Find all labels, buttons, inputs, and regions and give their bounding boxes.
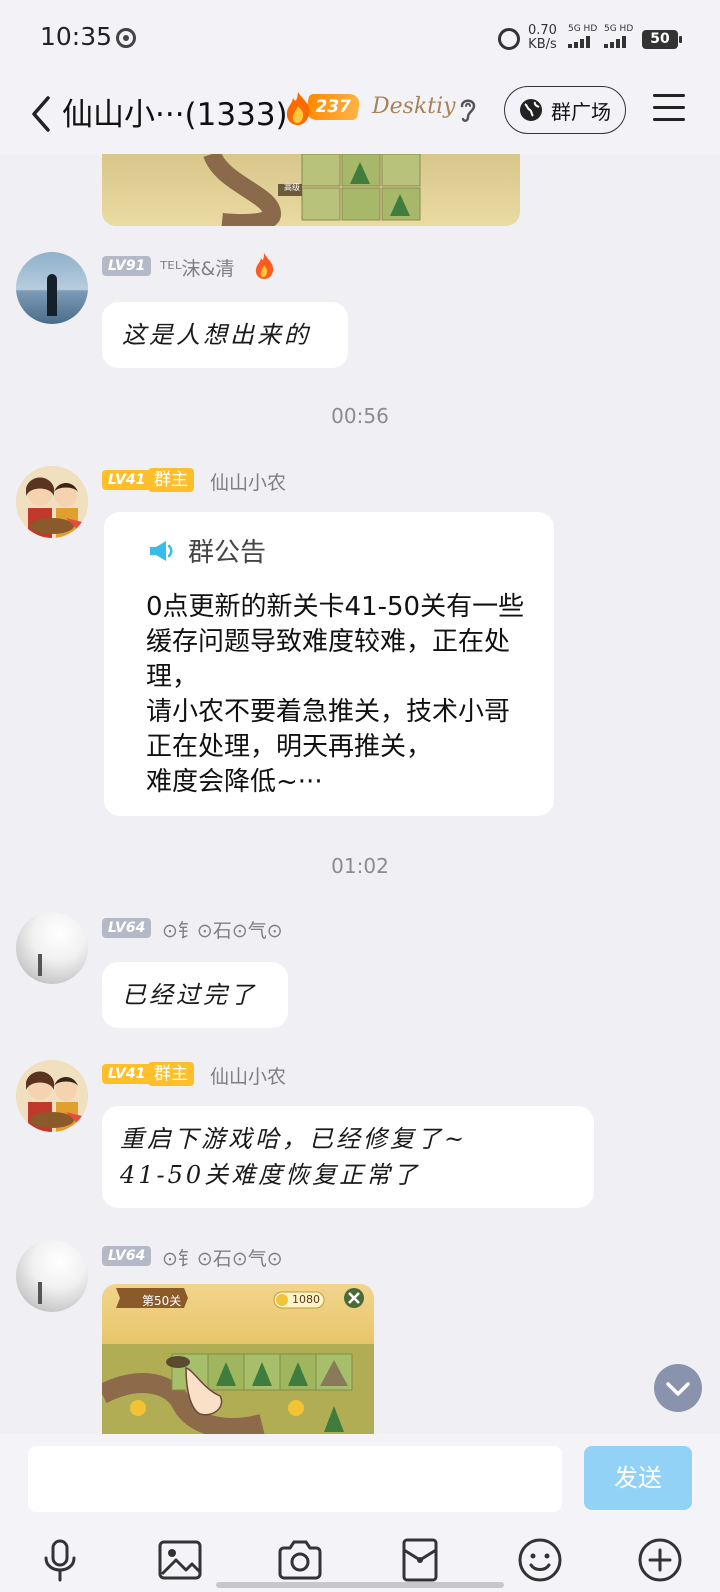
- announcement-body: 0点更新的新关卡41-50关有一些缓存问题导致难度较难，正在处理， 请小农不要着…: [146, 592, 525, 797]
- flame-icon: [286, 92, 310, 125]
- avatar[interactable]: [16, 466, 88, 538]
- avatar[interactable]: [16, 912, 88, 984]
- sim1-label: 5G HD: [568, 24, 598, 34]
- chat-header: 仙山小···(1333) 237 Desktiy 群广场: [0, 78, 720, 154]
- chevron-down-icon: [666, 1382, 690, 1396]
- avatar[interactable]: [16, 252, 88, 324]
- owner-badge: 群主: [148, 468, 194, 492]
- network-speed-unit: KB/s: [528, 37, 557, 52]
- group-square-label: 群广场: [551, 99, 611, 124]
- globe-icon: [520, 99, 542, 121]
- sender-name[interactable]: ⊙钅⊙石⊙气⊙: [162, 1244, 283, 1271]
- message-text-line1: 重启下游戏哈，已经修复了~: [120, 1125, 468, 1153]
- level-badge: LV64: [102, 918, 152, 938]
- scroll-to-bottom-button[interactable]: [654, 1364, 702, 1412]
- home-indicator[interactable]: [216, 1582, 504, 1588]
- image-icon[interactable]: [156, 1536, 204, 1584]
- owner-badge: 群主: [148, 1062, 194, 1086]
- image-stage-label: 第50关: [142, 1294, 182, 1308]
- sim2-label: 5G HD: [604, 24, 634, 34]
- avatar[interactable]: [16, 1060, 88, 1132]
- message-text-line2: 41-50关难度恢复正常了: [120, 1161, 421, 1189]
- avatar[interactable]: [16, 1240, 88, 1312]
- notification-dot-icon: [116, 28, 136, 48]
- network-speed: 0.70 KB/s: [528, 24, 557, 52]
- sim1-signal: 5G HD: [568, 24, 597, 48]
- red-packet-icon[interactable]: [396, 1536, 444, 1584]
- level-badge: LV64: [102, 1246, 152, 1266]
- network-speed-value: 0.70: [528, 23, 557, 38]
- battery-icon: 50: [642, 30, 682, 49]
- group-title[interactable]: 仙山小···(1333): [62, 89, 288, 134]
- group-square-button[interactable]: 群广场: [504, 86, 626, 134]
- shared-image[interactable]: 第50关 1080: [102, 1284, 374, 1436]
- sender-name[interactable]: ᵀᴱᴸ沫&清: [160, 254, 234, 281]
- fire-icon: [255, 253, 274, 279]
- level-badge: LV41: [102, 470, 152, 490]
- signal-bars-icon: [604, 36, 633, 48]
- group-announcement-card[interactable]: 群公告 0点更新的新关卡41-50关有一些缓存问题导致难度较难，正在处理， 请小…: [104, 512, 554, 816]
- image-top-label: 高级: [284, 183, 300, 192]
- menu-icon[interactable]: [653, 94, 685, 122]
- message-bubble[interactable]: 已经过完了: [102, 962, 288, 1028]
- plus-icon[interactable]: [636, 1536, 684, 1584]
- send-button[interactable]: 发送: [584, 1446, 692, 1510]
- group-logo: Desktiy: [372, 94, 456, 119]
- shared-image-top[interactable]: 高级: [102, 154, 520, 226]
- alarm-icon: [498, 28, 520, 50]
- emoji-icon[interactable]: [516, 1536, 564, 1584]
- message-bubble[interactable]: 重启下游戏哈，已经修复了~ 41-50关难度恢复正常了: [102, 1106, 594, 1208]
- farmer-avatar-image: [16, 1060, 88, 1132]
- message-bubble[interactable]: 这是人想出来的: [102, 302, 348, 368]
- sender-name[interactable]: 仙山小农: [210, 1062, 286, 1089]
- sim2-signal: 5G HD: [604, 24, 633, 48]
- game-map-image: [203, 154, 421, 226]
- level-badge: LV41: [102, 1064, 152, 1084]
- megaphone-icon: [150, 541, 173, 561]
- microphone-icon[interactable]: [36, 1536, 84, 1584]
- image-coin-count: 1080: [292, 1293, 320, 1306]
- sender-name[interactable]: 仙山小农: [210, 468, 286, 495]
- ear-icon[interactable]: [456, 94, 480, 124]
- farmer-avatar-image: [16, 466, 88, 538]
- timestamp: 01:02: [331, 854, 389, 878]
- message-text: 已经过完了: [122, 981, 257, 1009]
- status-bar: 10:35 0.70 KB/s 5G HD 5G HD 50: [0, 0, 720, 78]
- input-bar: 发送: [0, 1434, 720, 1592]
- announcement-title: 群公告: [188, 538, 267, 568]
- signal-bars-icon: [568, 36, 597, 48]
- sender-name[interactable]: ⊙钅⊙石⊙气⊙: [162, 916, 283, 943]
- group-fire-badge[interactable]: 237: [281, 90, 362, 126]
- camera-icon[interactable]: [276, 1536, 324, 1584]
- message-input[interactable]: [28, 1446, 562, 1512]
- timestamp: 00:56: [331, 404, 389, 428]
- message-text: 这是人想出来的: [122, 321, 311, 349]
- status-time: 10:35: [40, 22, 113, 51]
- level-badge: LV91: [102, 256, 152, 276]
